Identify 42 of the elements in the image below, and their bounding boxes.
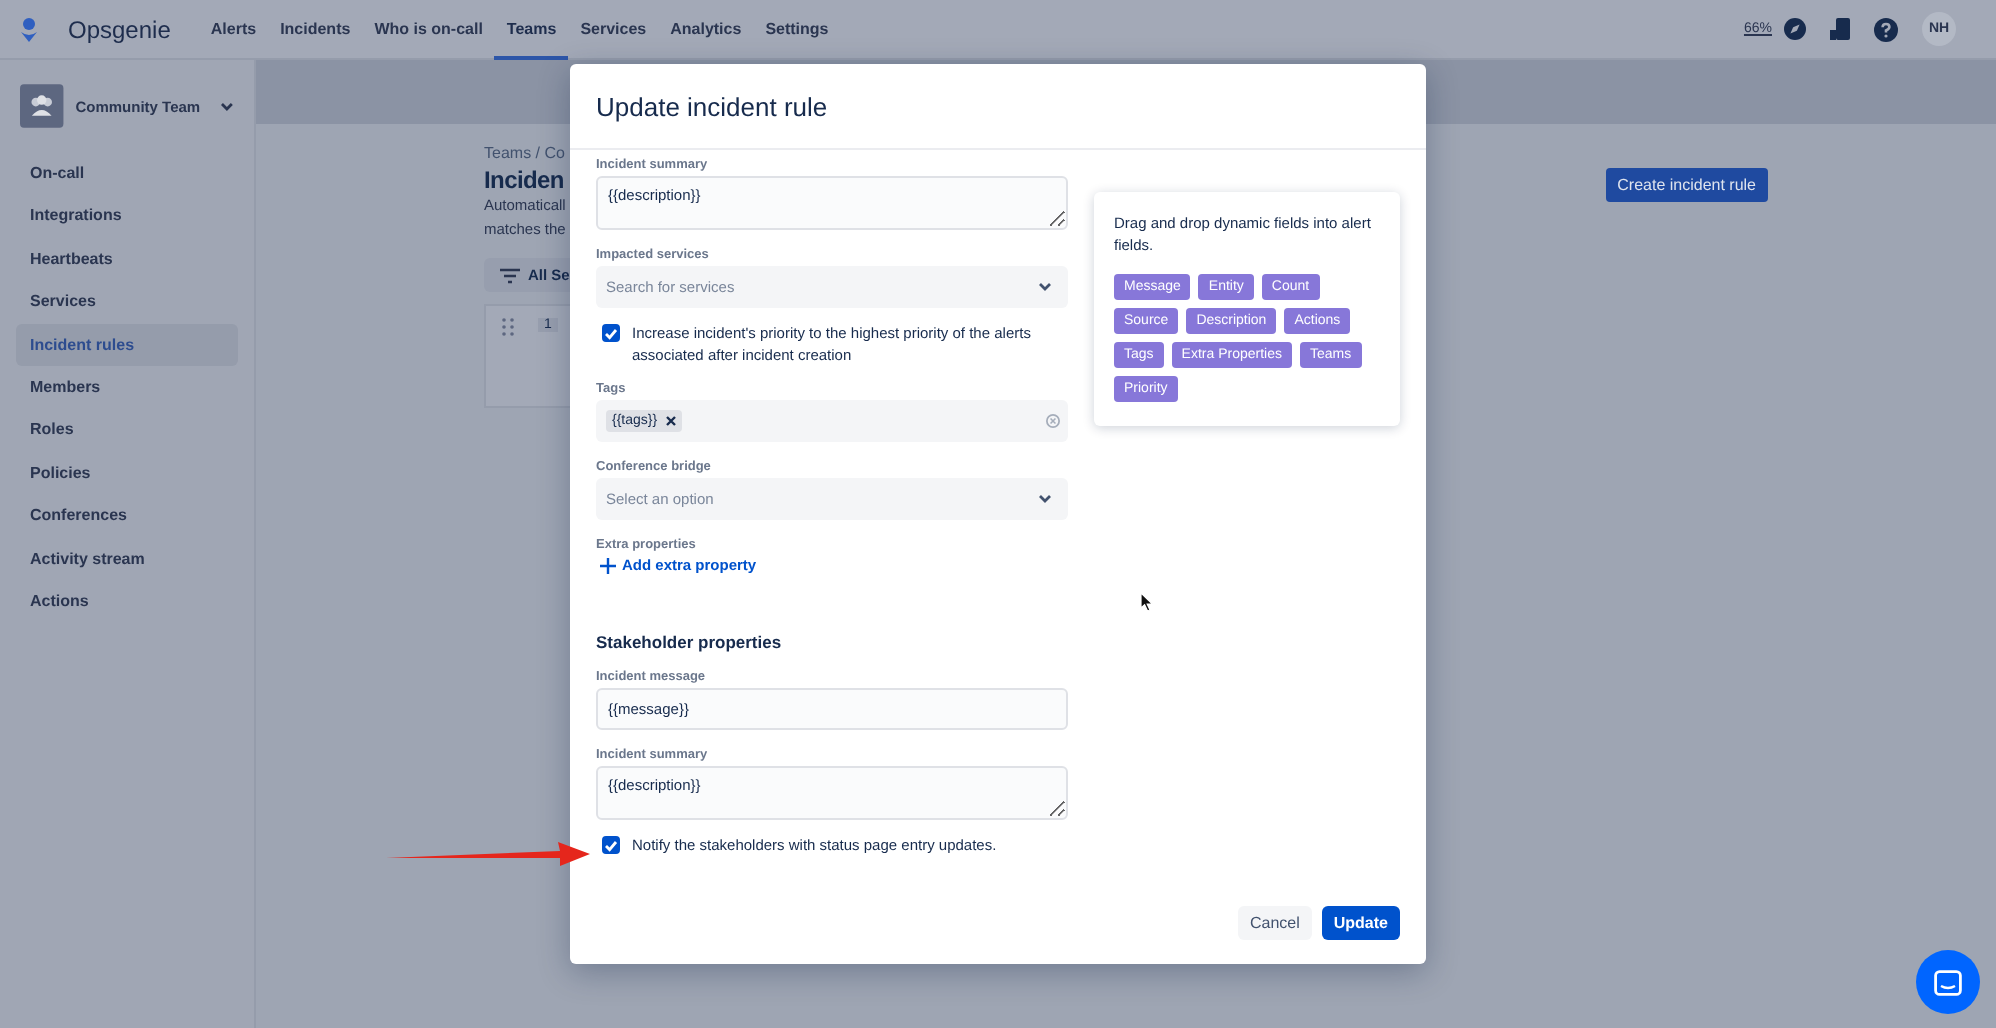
mouse-cursor-icon	[1140, 592, 1154, 612]
sidebar-item[interactable]: Integrations	[16, 194, 238, 238]
dialog-button[interactable]: Update	[1321, 906, 1400, 940]
sidebar-item[interactable]: Incident rules	[16, 323, 238, 366]
create-rule-button[interactable]: Create incident rule	[1605, 168, 1768, 202]
chat-launcher-button[interactable]	[1916, 950, 1980, 1014]
compass-icon[interactable]	[1784, 18, 1806, 40]
remove-icon[interactable]	[665, 416, 676, 426]
plus-icon	[600, 557, 616, 573]
sidebar-item[interactable]: Actions	[16, 579, 238, 623]
nav-tab[interactable]: Settings	[753, 0, 841, 59]
filter-icon	[500, 267, 520, 283]
logo-text: Opsgenie	[68, 15, 171, 43]
sidebar-item[interactable]: Services	[16, 280, 238, 324]
chevron-down-icon	[1038, 282, 1052, 292]
app-switcher-icon[interactable]	[1830, 18, 1850, 40]
nav-tab[interactable]: Alerts	[198, 0, 269, 59]
nav-tab[interactable]: Incidents	[268, 0, 363, 59]
sidebar-item[interactable]: Roles	[16, 408, 238, 452]
checkbox[interactable]	[602, 836, 620, 854]
logo-icon	[20, 17, 38, 41]
nav-tab[interactable]: Analytics	[658, 0, 754, 59]
team-icon	[20, 84, 64, 128]
help-icon[interactable]	[1874, 17, 1898, 41]
nav-tab[interactable]: Who is on-call	[362, 0, 495, 59]
sidebar-item[interactable]: Activity stream	[16, 537, 238, 580]
dialog-button[interactable]: Cancel	[1237, 906, 1312, 940]
chevron-down-icon	[220, 101, 234, 111]
sidebar-item[interactable]: Members	[16, 365, 238, 409]
page-title: Inciden	[484, 166, 564, 194]
sidebar-item[interactable]: Policies	[16, 451, 238, 495]
sidebar-item[interactable]: On-call	[16, 152, 238, 195]
chat-icon	[1934, 969, 1962, 995]
checkbox[interactable]	[602, 324, 620, 342]
section-heading: Stakeholder properties	[596, 632, 784, 652]
breadcrumb[interactable]: Teams / Co	[484, 144, 565, 162]
drag-handle-icon[interactable]	[502, 318, 514, 336]
chevron-down-icon	[1038, 494, 1052, 504]
dialog-title: Update incident rule	[596, 91, 828, 121]
sidebar-item[interactable]: Conferences	[16, 494, 238, 538]
sidebar-item[interactable]: Heartbeats	[16, 237, 238, 281]
nav-tab[interactable]: Services	[568, 0, 659, 59]
